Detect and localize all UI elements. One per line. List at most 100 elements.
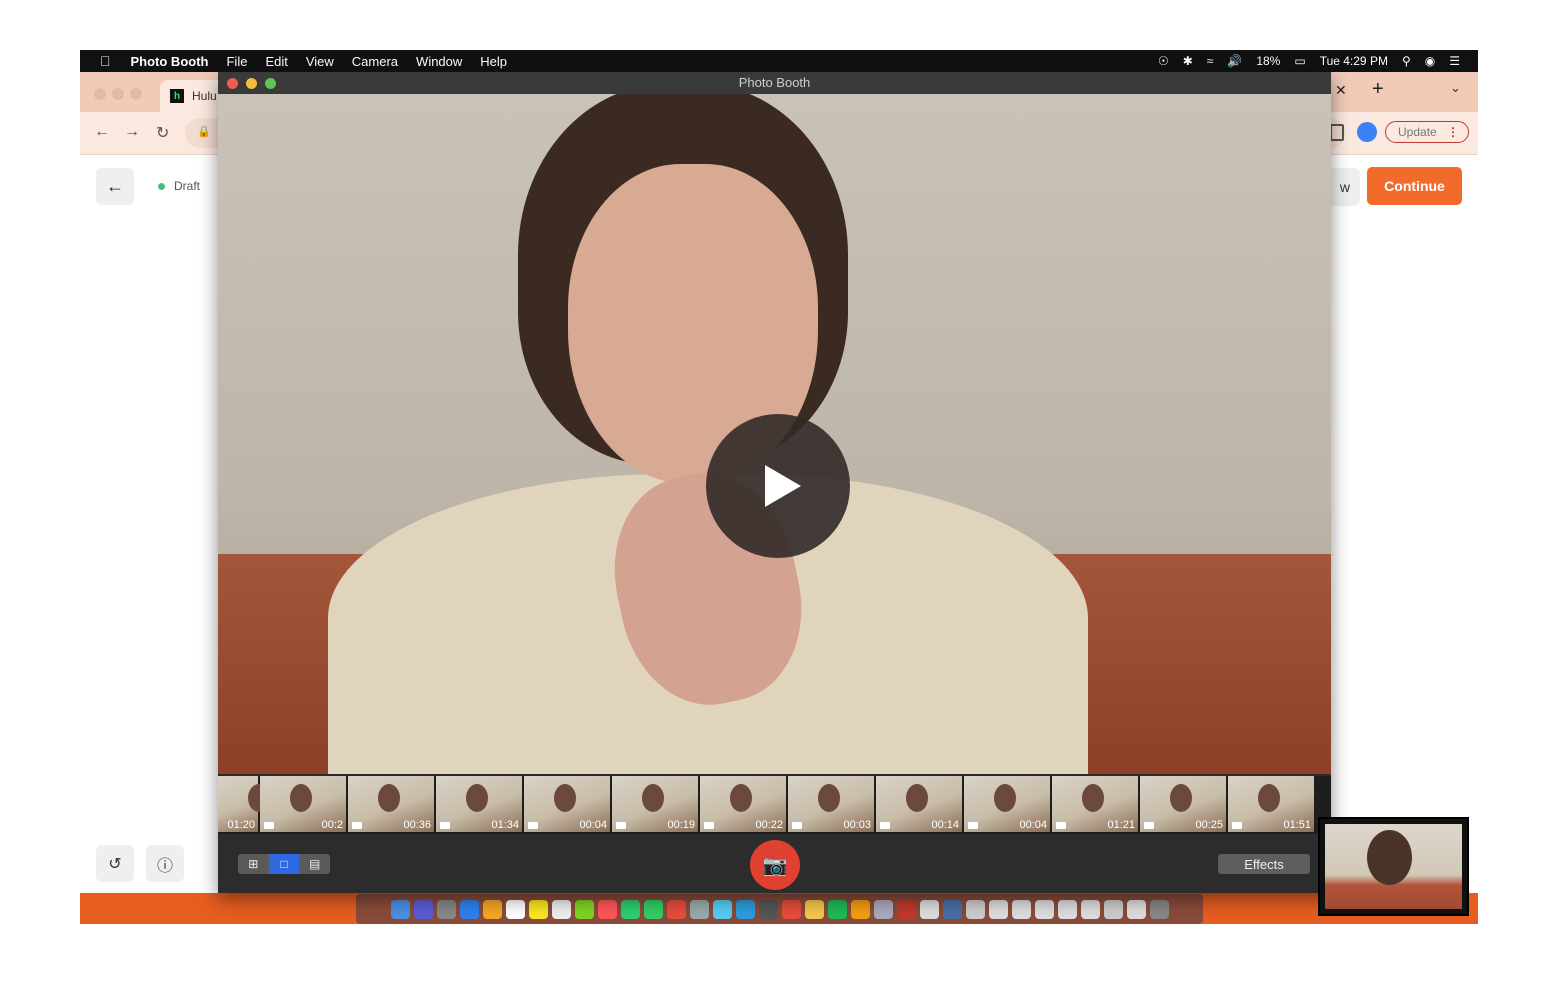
spotlight-icon[interactable]: ⚲ (1402, 54, 1411, 68)
thumbnail[interactable]: 01:20 (218, 776, 270, 832)
single-view-icon[interactable]: □ (268, 854, 300, 874)
dock-app-icon[interactable] (459, 899, 479, 919)
thumbnail-image (466, 784, 488, 812)
dock-app-icon[interactable] (896, 899, 916, 919)
zoom-dot[interactable] (130, 88, 142, 100)
desktop:  Photo Booth File Edit View Camera Wind… (80, 50, 1478, 924)
dock-app-icon[interactable] (804, 899, 824, 919)
page-back-button[interactable]: ← (96, 168, 134, 205)
wifi-icon[interactable]: ≈ (1207, 54, 1214, 68)
volume-icon[interactable]: 🔊 (1227, 54, 1242, 68)
thumbnail-strip: 01:20 00:2 00:36 01:34 00:04 00:19 00:22 00:03 0… (218, 776, 1331, 834)
filmstrip-view-icon[interactable]: ▤ (299, 854, 330, 874)
continue-button[interactable]: Continue (1367, 167, 1462, 205)
new-tab-icon[interactable]: + (1372, 78, 1384, 101)
dock-app-icon[interactable] (482, 899, 502, 919)
dock-app-icon[interactable] (919, 899, 939, 919)
apple-icon[interactable]:  (100, 53, 111, 69)
menu-file[interactable]: File (226, 54, 247, 69)
screen-recording-thumbnail[interactable] (1318, 817, 1469, 916)
dock-app-icon[interactable] (436, 899, 456, 919)
photo-booth-titlebar[interactable]: Photo Booth (218, 72, 1331, 94)
battery-icon[interactable]: ▭ (1294, 54, 1305, 68)
dock-app-icon[interactable] (574, 899, 594, 919)
thumbnail[interactable]: 01:51 (1228, 776, 1314, 832)
dock-app-icon[interactable] (758, 899, 778, 919)
camera-shutter-button[interactable]: 📷 (750, 840, 800, 890)
siri-icon[interactable]: ◉ (1425, 54, 1435, 68)
dock-app-icon[interactable] (528, 899, 548, 919)
battery-percent[interactable]: 18% (1256, 54, 1280, 68)
thumbnail[interactable]: 00:36 (348, 776, 434, 832)
dock-app-icon[interactable] (735, 899, 755, 919)
dock-app-icon[interactable] (1149, 899, 1169, 919)
back-arrow-icon[interactable]: ← (94, 123, 110, 141)
dock-app-icon[interactable] (942, 899, 962, 919)
thumbnail[interactable]: 00:04 (964, 776, 1050, 832)
thumbnail-image (730, 784, 752, 812)
close-dot[interactable] (94, 88, 106, 100)
thumbnail[interactable]: 00:19 (612, 776, 698, 832)
history-button[interactable]: ↺ (96, 845, 134, 882)
info-button[interactable]: ⓘ (146, 845, 184, 882)
thumbnail[interactable]: 00:03 (788, 776, 874, 832)
thumbnail[interactable]: 00:25 (1140, 776, 1226, 832)
window-zoom-button[interactable] (265, 78, 276, 89)
forward-arrow-icon[interactable]: → (124, 123, 140, 141)
dock-app-icon[interactable] (666, 899, 686, 919)
menu-help[interactable]: Help (480, 54, 507, 69)
dock-app-icon[interactable] (873, 899, 893, 919)
dock-app-icon[interactable] (620, 899, 640, 919)
thumbnail[interactable]: 00:14 (876, 776, 962, 832)
side-panel-icon[interactable] (1330, 124, 1344, 141)
dock-app-icon[interactable] (597, 899, 617, 919)
menu-app-name[interactable]: Photo Booth (131, 54, 209, 69)
bluetooth-icon[interactable]: ✱ (1183, 54, 1193, 68)
window-minimize-button[interactable] (246, 78, 257, 89)
menu-edit[interactable]: Edit (265, 54, 287, 69)
thumbnail[interactable]: 00:04 (524, 776, 610, 832)
camera-icon: 📷 (762, 854, 788, 877)
grid-view-icon[interactable]: ⊞ (238, 854, 269, 874)
menu-camera[interactable]: Camera (352, 54, 398, 69)
effects-button[interactable]: Effects (1218, 854, 1310, 874)
dock-app-icon[interactable] (551, 899, 571, 919)
creative-cloud-icon[interactable]: ☉ (1158, 54, 1169, 68)
dock-app-icon[interactable] (689, 899, 709, 919)
window-close-button[interactable] (227, 78, 238, 89)
dock-app-icon[interactable] (1103, 899, 1123, 919)
thumbnail-duration: 00:2 (321, 819, 343, 831)
dock-app-icon[interactable] (712, 899, 732, 919)
menu-window[interactable]: Window (416, 54, 462, 69)
menu-view[interactable]: View (306, 54, 334, 69)
dock-app-icon[interactable] (965, 899, 985, 919)
clock[interactable]: Tue 4:29 PM (1320, 54, 1388, 68)
thumbnail[interactable]: 01:34 (436, 776, 522, 832)
dock-app-icon[interactable] (413, 899, 433, 919)
dock-app-icon[interactable] (1057, 899, 1077, 919)
notification-center-icon[interactable]: ☰ (1449, 54, 1460, 68)
thumbnail[interactable]: 00:22 (700, 776, 786, 832)
video-preview[interactable] (218, 94, 1331, 774)
tab-close-icon[interactable]: ✕ (1335, 82, 1347, 99)
dock-app-icon[interactable] (643, 899, 663, 919)
avatar[interactable] (1357, 122, 1377, 142)
video-camera-icon (1056, 822, 1066, 829)
dock-app-icon[interactable] (781, 899, 801, 919)
thumbnail[interactable]: 01:21 (1052, 776, 1138, 832)
dock-app-icon[interactable] (850, 899, 870, 919)
dock-app-icon[interactable] (1080, 899, 1100, 919)
dock-app-icon[interactable] (827, 899, 847, 919)
dock-app-icon[interactable] (505, 899, 525, 919)
thumbnail[interactable]: 00:2 (260, 776, 346, 832)
dock-app-icon[interactable] (390, 899, 410, 919)
dock-app-icon[interactable] (1034, 899, 1054, 919)
reload-icon[interactable]: ↻ (156, 123, 169, 143)
dock-app-icon[interactable] (1011, 899, 1031, 919)
play-button[interactable] (706, 414, 850, 558)
update-button[interactable]: Update ⋮ (1385, 121, 1469, 143)
dock-app-icon[interactable] (988, 899, 1008, 919)
tab-search-chevron-icon[interactable]: ⌄ (1450, 80, 1461, 96)
dock-app-icon[interactable] (1126, 899, 1146, 919)
minimize-dot[interactable] (112, 88, 124, 100)
